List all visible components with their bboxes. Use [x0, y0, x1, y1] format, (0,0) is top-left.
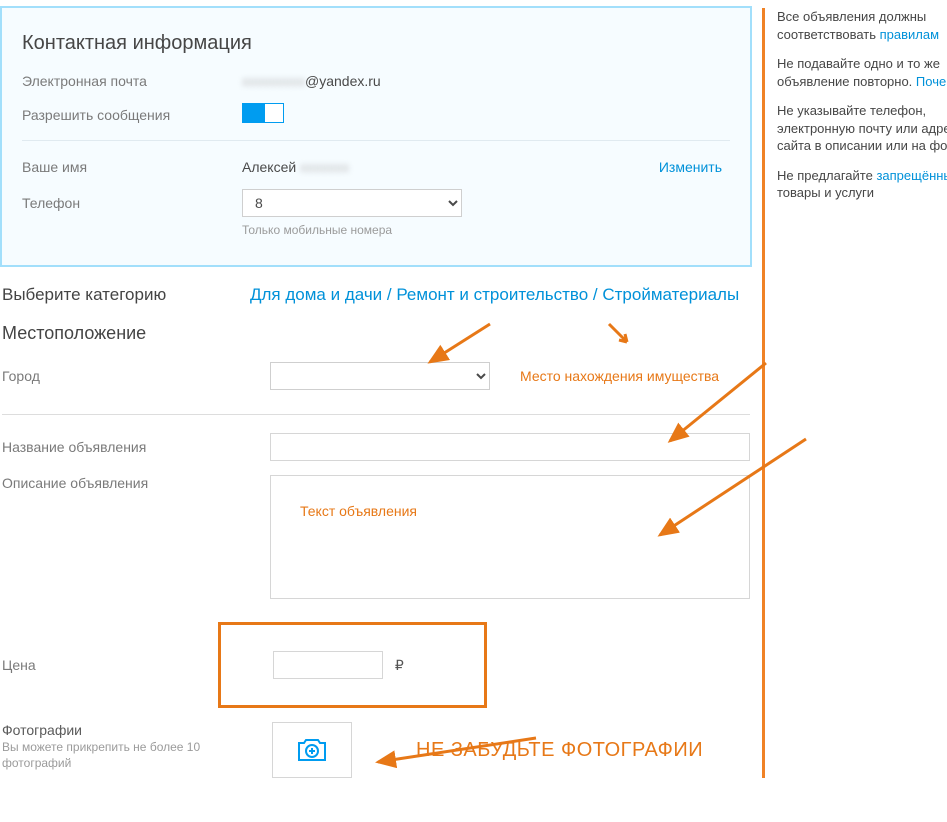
city-label: Город [2, 368, 270, 384]
why-link[interactable]: Почему? [916, 74, 947, 89]
name-label: Ваше имя [22, 159, 242, 175]
rule-item: Не предлагайте запрещённые товары и услу… [777, 167, 947, 202]
photos-label: Фотографии [2, 722, 272, 738]
ad-desc-label: Описание объявления [2, 475, 270, 491]
divider [22, 140, 730, 141]
category-label: Выберите категорию [2, 285, 250, 305]
rules-sidebar: Все объявления должны соответствовать пр… [762, 8, 947, 778]
rule-item: Все объявления должны соответствовать пр… [777, 8, 947, 43]
contact-info-panel: Контактная информация Электронная почта … [0, 6, 752, 267]
name-value: Алексей xxxxxxx [242, 159, 659, 175]
phone-hint: Только мобильные номера [242, 223, 730, 237]
location-title: Местоположение [2, 323, 750, 344]
rule-item: Не подавайте одно и то же объявление пов… [777, 55, 947, 90]
email-value: xxxxxxxxx@yandex.ru [242, 73, 730, 89]
forbidden-link[interactable]: запрещённые [876, 168, 947, 183]
add-photo-button[interactable] [272, 722, 352, 778]
ruble-symbol: ₽ [395, 657, 404, 673]
ad-title-input[interactable] [270, 433, 750, 461]
ad-title-label: Название объявления [2, 439, 270, 455]
contact-title: Контактная информация [22, 32, 730, 55]
location-annotation: Место нахождения имущества [520, 368, 719, 384]
allow-messages-toggle[interactable] [242, 103, 284, 123]
category-breadcrumb[interactable]: Для дома и дачи / Ремонт и строительство… [250, 285, 739, 305]
price-input[interactable] [273, 651, 383, 679]
allow-messages-label: Разрешить сообщения [22, 107, 242, 123]
city-select[interactable] [270, 362, 490, 390]
email-label: Электронная почта [22, 73, 242, 89]
ad-desc-textarea[interactable] [270, 475, 750, 599]
camera-plus-icon [295, 736, 329, 764]
change-name-link[interactable]: Изменить [659, 159, 722, 175]
photos-annotation: НЕ ЗАБУДЬТЕ ФОТОГРАФИИ [416, 739, 703, 762]
photos-hint: Вы можете прикрепить не более 10 фотогра… [2, 740, 272, 771]
price-highlight-frame: ₽ [218, 622, 487, 708]
rules-link[interactable]: правилам [880, 27, 939, 42]
phone-select[interactable]: 8 [242, 189, 462, 217]
phone-label: Телефон [22, 195, 242, 211]
divider [2, 414, 750, 415]
rule-item: Не указывайте телефон, электронную почту… [777, 102, 947, 155]
desc-annotation: Текст объявления [300, 503, 417, 519]
